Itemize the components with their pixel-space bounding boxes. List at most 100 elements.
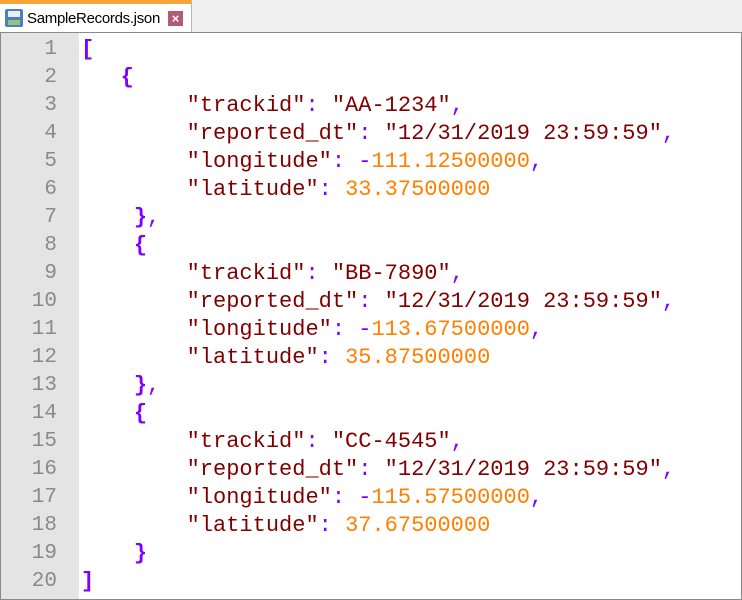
line-number: 6 — [44, 178, 57, 201]
code-line[interactable]: 16 "reported_dt": "12/31/2019 23:59:59", — [1, 456, 741, 484]
line-code: }, — [81, 204, 160, 232]
line-number: 3 — [44, 94, 57, 117]
token-str: "CC-4545" — [331, 429, 451, 454]
token-brace: ] — [81, 569, 95, 594]
code-line[interactable]: 7 }, — [1, 204, 741, 232]
code-line[interactable]: 12 "latitude": 35.87500000 — [1, 344, 741, 372]
token-punc: : — [358, 121, 385, 146]
line-number: 1 — [44, 38, 57, 61]
line-code: ] — [81, 568, 94, 596]
line-number: 12 — [31, 346, 57, 369]
token-punc: , — [147, 205, 161, 230]
line-number: 13 — [31, 374, 57, 397]
line-code: "latitude": 37.67500000 — [81, 512, 491, 540]
token-key: "trackid" — [186, 93, 306, 118]
line-code: "trackid": "AA-1234", — [81, 92, 464, 120]
line-number: 4 — [44, 122, 57, 145]
tab-bar: SampleRecords.json × — [0, 0, 742, 32]
code-line[interactable]: 17 "longitude": -115.57500000, — [1, 484, 741, 512]
token-punc: : - — [331, 485, 372, 510]
code-line[interactable]: 15 "trackid": "CC-4545", — [1, 428, 741, 456]
line-number: 7 — [44, 206, 57, 229]
code-line[interactable]: 2 { — [1, 64, 741, 92]
token-num: 33.37500000 — [345, 177, 491, 202]
line-code: [ — [81, 36, 94, 64]
token-punc: : — [318, 345, 346, 370]
token-brace: { — [133, 401, 148, 426]
close-icon[interactable]: × — [168, 10, 183, 26]
code-line[interactable]: 5 "longitude": -111.12500000, — [1, 148, 741, 176]
code-line[interactable]: 19 } — [1, 540, 741, 568]
line-code: "latitude": 33.37500000 — [81, 176, 491, 204]
line-number: 14 — [31, 402, 57, 425]
token-punc: : — [358, 457, 385, 482]
line-number: 20 — [31, 570, 57, 593]
token-key: "reported_dt" — [186, 457, 359, 482]
token-punc: : — [305, 93, 332, 118]
token-punc: , — [450, 261, 464, 286]
token-key: "longitude" — [186, 149, 332, 174]
code-line[interactable]: 20] — [1, 568, 741, 596]
token-punc: : — [318, 513, 346, 538]
tab-label: SampleRecords.json — [27, 9, 160, 27]
line-number: 15 — [31, 430, 57, 453]
token-punc: : — [305, 429, 332, 454]
tab-samplerecords[interactable]: SampleRecords.json × — [0, 0, 192, 32]
code-line[interactable]: 10 "reported_dt": "12/31/2019 23:59:59", — [1, 288, 741, 316]
code-line[interactable]: 14 { — [1, 400, 741, 428]
token-punc: , — [661, 457, 676, 482]
token-punc: : - — [331, 317, 372, 342]
token-key: "reported_dt" — [186, 121, 359, 146]
token-key: "reported_dt" — [186, 289, 359, 314]
code-line[interactable]: 1[ — [1, 36, 741, 64]
code-line[interactable]: 18 "latitude": 37.67500000 — [1, 512, 741, 540]
token-punc: , — [529, 317, 544, 342]
code-line[interactable]: 11 "longitude": -113.67500000, — [1, 316, 741, 344]
code-line[interactable]: 6 "latitude": 33.37500000 — [1, 176, 741, 204]
line-code: "reported_dt": "12/31/2019 23:59:59", — [81, 456, 676, 484]
code-editor[interactable]: 1[2 {3 "trackid": "AA-1234", 4 "reported_… — [0, 32, 742, 600]
code-line[interactable]: 4 "reported_dt": "12/31/2019 23:59:59", — [1, 120, 741, 148]
token-key: "trackid" — [186, 429, 306, 454]
line-number: 17 — [31, 486, 57, 509]
line-code: "reported_dt": "12/31/2019 23:59:59", — [81, 120, 676, 148]
token-num: 113.67500000 — [371, 317, 530, 342]
token-punc: : - — [331, 149, 372, 174]
line-code: "longitude": -115.57500000, — [81, 484, 543, 512]
code-line[interactable]: 13 }, — [1, 372, 741, 400]
line-code: { — [81, 64, 134, 92]
code-lines: 1[2 {3 "trackid": "AA-1234", 4 "reported_… — [1, 36, 741, 596]
token-str: "12/31/2019 23:59:59" — [384, 457, 662, 482]
code-line[interactable]: 8 { — [1, 232, 741, 260]
line-code: "trackid": "BB-7890", — [81, 260, 464, 288]
token-brace: [ — [81, 37, 95, 62]
token-key: "longitude" — [186, 317, 332, 342]
line-code: "trackid": "CC-4545", — [81, 428, 464, 456]
token-punc: , — [450, 93, 464, 118]
token-punc: , — [529, 149, 544, 174]
line-number: 11 — [31, 318, 57, 341]
line-code: "longitude": -113.67500000, — [81, 316, 543, 344]
line-code: "latitude": 35.87500000 — [81, 344, 491, 372]
line-code: "longitude": -111.12500000, — [81, 148, 543, 176]
token-str: "AA-1234" — [331, 93, 451, 118]
line-number: 8 — [44, 234, 57, 257]
code-line[interactable]: 3 "trackid": "AA-1234", — [1, 92, 741, 120]
token-punc: , — [529, 485, 544, 510]
code-line[interactable]: 9 "trackid": "BB-7890", — [1, 260, 741, 288]
token-str: "12/31/2019 23:59:59" — [384, 289, 662, 314]
line-number: 9 — [44, 262, 57, 285]
token-punc: : — [318, 177, 346, 202]
token-brace: { — [133, 233, 148, 258]
